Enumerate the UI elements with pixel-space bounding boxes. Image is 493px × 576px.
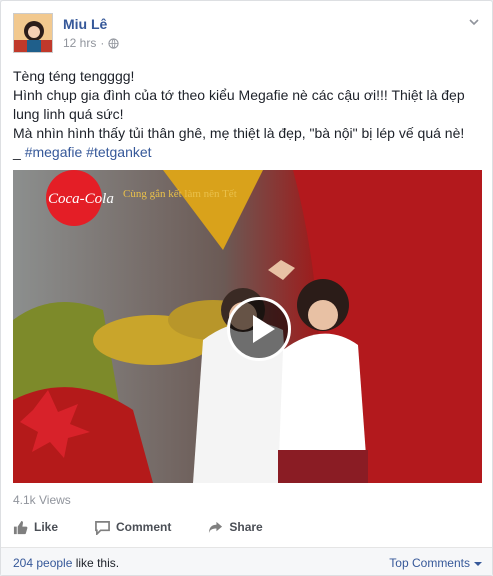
hashtags[interactable]: #megafie #tetganket (25, 144, 152, 160)
video-player[interactable]: Coca-Cola Cùng gắn kết làm nên Tết (13, 170, 482, 483)
video-banner-text: Cùng gắn kết làm nên Tết (123, 188, 237, 200)
play-icon[interactable] (227, 297, 291, 361)
meta-separator: · (100, 36, 105, 50)
chevron-down-icon[interactable] (467, 15, 481, 29)
globe-icon (108, 37, 119, 49)
post-meta: 12 hrs · (63, 36, 119, 50)
dropdown-triangle-icon (474, 562, 482, 566)
comment-button[interactable]: Comment (95, 520, 171, 535)
view-count: 4.1k Views (13, 493, 71, 507)
share-label: Share (229, 520, 263, 534)
post-footer: 204 people like this. Top Comments (1, 547, 492, 575)
post-header: Miu Lê 12 hrs · (13, 13, 483, 53)
coca-cola-logo: Coca-Cola (48, 191, 114, 207)
top-comments-dropdown[interactable]: Top Comments (389, 556, 482, 570)
post-card: Miu Lê 12 hrs · Tèng téng tengggg! Hình … (0, 0, 493, 576)
like-button[interactable]: Like (13, 520, 58, 535)
top-comments-label: Top Comments (389, 556, 470, 570)
action-bar: Like Comment Share (13, 511, 482, 543)
hashtag-prefix: _ (13, 144, 25, 160)
comment-label: Comment (116, 520, 172, 534)
author-name[interactable]: Miu Lê (63, 16, 107, 32)
post-text-line: Hình chụp gia đình của tớ theo kiểu Mega… (13, 87, 465, 122)
likes-suffix: like this. (72, 556, 120, 570)
post-time[interactable]: 12 hrs (63, 36, 96, 50)
share-icon (209, 521, 223, 533)
post-text-line: Tèng téng tengggg! (13, 68, 135, 84)
like-icon (13, 520, 28, 534)
likes-count-link[interactable]: 204 people (13, 556, 72, 570)
like-label: Like (34, 520, 59, 534)
likes-summary: 204 people like this. (13, 556, 119, 570)
post-text-line: Mà nhìn hình thấy tủi thân ghê, mẹ thiệt… (13, 125, 465, 141)
comment-icon (95, 520, 110, 535)
post-text: Tèng téng tengggg! Hình chụp gia đình củ… (13, 67, 481, 162)
hashtag-line: _ #megafie #tetganket (13, 143, 481, 162)
share-button[interactable]: Share (208, 520, 263, 535)
avatar[interactable] (13, 13, 53, 53)
